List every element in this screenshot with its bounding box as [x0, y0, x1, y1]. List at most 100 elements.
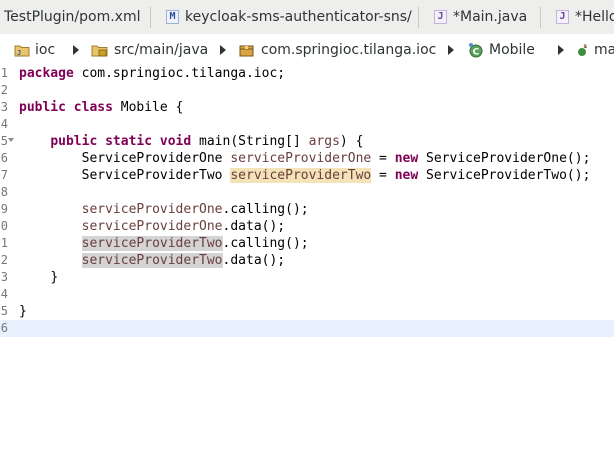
code-token: .data(); [222, 219, 286, 234]
code-token: main(String[] [191, 134, 309, 149]
fold-collapse-icon[interactable] [8, 138, 14, 142]
package-icon [239, 45, 254, 56]
tab-label: *Hello [575, 9, 614, 25]
code-token: } [50, 270, 59, 285]
line-number: 0 [0, 219, 8, 233]
line-number: 3 [0, 100, 8, 114]
class-icon: C [469, 42, 483, 57]
code-line: 5 } [0, 303, 614, 320]
tab-separator [418, 7, 419, 28]
code-line: 3 public class Mobile { [0, 99, 614, 116]
code-text: serviceProviderOne.data(); [19, 218, 286, 235]
breadcrumb-separator-icon [73, 45, 79, 55]
local-variable-occurrence: serviceProviderTwo [81, 236, 223, 251]
code-text: ServiceProviderTwo serviceProviderTwo = … [19, 167, 590, 184]
project-folder-icon: J [14, 45, 30, 57]
code-line: 9 serviceProviderOne.calling(); [0, 201, 614, 218]
breadcrumb-project[interactable]: J ioc [14, 34, 55, 65]
java-file-icon: J [556, 10, 569, 24]
line-number: 2 [0, 253, 8, 267]
breadcrumb-label: src/main/java [114, 41, 209, 58]
line-number: 4 [0, 117, 8, 131]
code-line: 8 [0, 184, 614, 201]
breadcrumb-label: ioc [35, 41, 56, 58]
code-token: .calling(); [222, 236, 309, 251]
code-line: 2 [0, 82, 614, 99]
code-line: 4 [0, 286, 614, 303]
breadcrumb-label: ma [594, 41, 614, 58]
code-token: = [371, 168, 395, 183]
code-token: ServiceProviderOne(); [418, 151, 591, 166]
breadcrumb-class[interactable]: C Mobile [468, 34, 535, 65]
code-token: com.springioc.tilanga.ioc; [73, 66, 286, 81]
line-number: 4 [0, 287, 8, 301]
breadcrumb-method[interactable]: s ma [576, 34, 614, 65]
code-line: 1 package com.springioc.tilanga.ioc; [0, 65, 614, 82]
tab-separator [150, 7, 151, 28]
breadcrumb: J ioc src/main/java com.springioc.tilang… [0, 34, 614, 66]
code-text: public static void main(String[] args) { [19, 133, 363, 150]
current-line: 6 [0, 320, 614, 337]
svg-text:J: J [17, 49, 21, 57]
local-variable-occurrence: serviceProviderTwo [81, 253, 223, 268]
tab-keycloak-pom[interactable]: M keycloak-sms-authenticator-sns/ [166, 0, 412, 34]
code-token: .data(); [222, 253, 286, 268]
line-number: 3 [0, 270, 8, 284]
keyword: package [19, 66, 74, 81]
keyword: new [394, 151, 419, 166]
line-number: 1 [0, 236, 8, 250]
svg-text:s: s [584, 43, 588, 50]
code-token: = [371, 151, 395, 166]
code-token: ServiceProviderTwo(); [418, 168, 591, 183]
breadcrumb-label: Mobile [489, 41, 535, 58]
code-text: serviceProviderTwo.data(); [19, 252, 285, 269]
code-line: 7 ServiceProviderTwo serviceProviderTwo … [0, 167, 614, 184]
code-line: 1 serviceProviderTwo.calling(); [0, 235, 614, 252]
tab-label: TestPlugin/pom.xml [4, 9, 141, 25]
line-number: 7 [0, 168, 8, 182]
type-name: ServiceProviderOne [81, 151, 231, 166]
editor-tab-bar: TestPlugin/pom.xml M keycloak-sms-authen… [0, 0, 614, 35]
keyword: new [394, 168, 419, 183]
line-number: 5 [0, 304, 8, 318]
local-variable: serviceProviderOne [230, 151, 372, 166]
code-text: serviceProviderOne.calling(); [19, 201, 309, 218]
code-editor[interactable]: 1 package com.springioc.tilanga.ioc; 2 3… [0, 65, 614, 461]
breadcrumb-separator-icon [220, 45, 226, 55]
type-name: ServiceProviderTwo [81, 168, 231, 183]
line-number: 6 [0, 321, 8, 335]
breadcrumb-separator-icon [448, 45, 454, 55]
local-variable-occurrence: serviceProviderTwo [230, 168, 372, 183]
tab-hello-java[interactable]: J *Hello [556, 0, 614, 34]
code-text: } [19, 269, 58, 286]
java-file-icon: J [434, 10, 447, 24]
breadcrumb-separator-icon [558, 45, 564, 55]
local-variable: serviceProviderOne [81, 219, 223, 234]
code-line: 2 serviceProviderTwo.data(); [0, 252, 614, 269]
parameter: args [308, 134, 340, 149]
code-token: Mobile { [112, 100, 184, 115]
line-number: 5 [0, 134, 8, 148]
code-token: .calling(); [222, 202, 309, 217]
breadcrumb-package[interactable]: com.springioc.tilanga.ioc [238, 34, 436, 65]
svg-text:C: C [473, 47, 480, 57]
code-token: ) { [339, 134, 364, 149]
local-variable: serviceProviderOne [81, 202, 223, 217]
keyword: public static void [50, 134, 192, 149]
breadcrumb-source-folder[interactable]: src/main/java [91, 34, 208, 65]
tab-main-java[interactable]: J *Main.java [434, 0, 527, 34]
maven-pom-icon: M [166, 10, 179, 24]
code-text: public class Mobile { [19, 99, 183, 116]
code-line: 0 serviceProviderOne.data(); [0, 218, 614, 235]
code-text: package com.springioc.tilanga.ioc; [19, 65, 285, 82]
code-line: 4 [0, 116, 614, 133]
tab-label: keycloak-sms-authenticator-sns/ [185, 9, 412, 25]
code-text: } [19, 303, 27, 320]
tab-pom-xml[interactable]: TestPlugin/pom.xml [4, 0, 141, 34]
tab-separator [540, 7, 541, 28]
